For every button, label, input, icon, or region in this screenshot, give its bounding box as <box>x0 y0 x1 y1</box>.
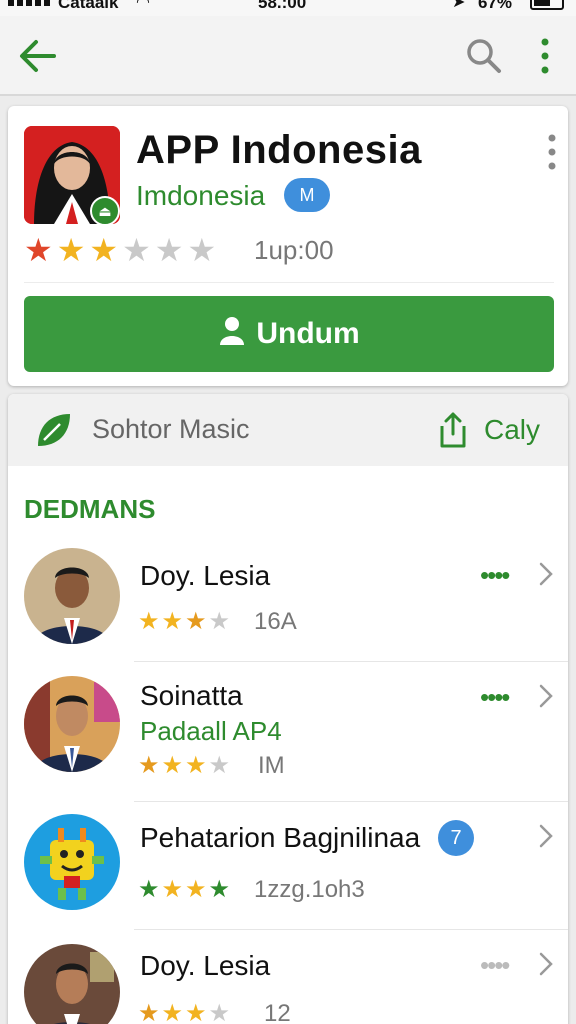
rating-count: 1up:00 <box>254 235 334 265</box>
clock: 58.:00 <box>258 0 307 12</box>
rating-count: 12 <box>264 1000 291 1024</box>
group-heading: DEDMANS <box>24 494 156 524</box>
rating-count: 16A <box>254 608 297 635</box>
more-dots-icon[interactable]: •••• <box>480 682 510 713</box>
carrier-label: Cataalk <box>58 0 119 12</box>
star-icon: ★ <box>208 1000 231 1024</box>
app-badge-icon: ⏏ <box>90 196 120 226</box>
list-item[interactable]: Soinatta Padaall AP4 ★★★★ IM •••• <box>8 662 568 802</box>
star-icon: ★ <box>138 752 160 779</box>
verified-badge: M <box>284 178 330 212</box>
chevron-right-icon[interactable] <box>536 560 556 588</box>
rating-stars: ★★★★ <box>138 606 232 638</box>
star-icon: ★ <box>185 876 207 903</box>
leaf-icon <box>34 410 74 450</box>
rating-count: IM <box>258 752 285 779</box>
more-dots-icon[interactable]: •••• <box>480 950 510 981</box>
search-icon[interactable] <box>464 36 504 76</box>
item-title: Pehatarion Bagjnilinaa <box>140 822 421 853</box>
divider <box>24 282 554 283</box>
avatar <box>24 676 120 772</box>
signal-icon <box>8 0 54 12</box>
chevron-right-icon[interactable] <box>536 950 556 978</box>
app-header-card: ⏏ APP Indonesia Imdonesia M ★ ★ ★ ★ ★ ★ 1up:0… <box>8 106 568 386</box>
item-title: Soinatta <box>140 680 243 711</box>
share-button[interactable]: Caly <box>484 414 540 446</box>
rating-count: 1zzg.1oh3 <box>254 876 365 903</box>
star-icon: ★ <box>138 608 160 635</box>
star-icon: ★ <box>208 752 231 779</box>
top-app-bar <box>0 16 576 96</box>
count-badge: 7 <box>438 820 474 856</box>
list-item[interactable]: Doy. Lesia ★★★★ 16A •••• <box>8 534 568 662</box>
chevron-right-icon[interactable] <box>536 822 556 850</box>
star-icon: ★ <box>24 232 53 268</box>
battery-percent: 67% <box>478 0 513 12</box>
rating-stars: ★★★★ <box>138 750 232 782</box>
wifi-icon: ◠ <box>136 0 150 11</box>
star-icon: ★ <box>185 752 207 779</box>
avatar <box>24 944 120 1024</box>
rating-stars: ★★★★ <box>138 874 232 906</box>
list-item[interactable]: Doy. Lesia ★★★★ 12 •••• <box>8 930 568 1024</box>
user-icon <box>218 315 246 353</box>
install-label: Undum <box>256 317 360 350</box>
chevron-right-icon[interactable] <box>536 682 556 710</box>
item-subtitle: Padaall AP4 <box>140 716 282 746</box>
avatar <box>24 814 120 910</box>
avatar <box>24 548 120 644</box>
star-icon: ★ <box>185 1000 207 1024</box>
more-vertical-icon[interactable] <box>530 36 560 76</box>
arrow-left-icon[interactable] <box>18 36 58 76</box>
item-title: Doy. Lesia <box>140 950 271 981</box>
location-icon: ➤ <box>452 0 466 11</box>
card-more-icon[interactable] <box>542 132 562 172</box>
star-icon: ★ <box>185 608 207 635</box>
battery-icon <box>530 0 564 10</box>
star-icon: ★ <box>161 876 184 903</box>
star-icon: ★ <box>56 232 86 268</box>
share-icon[interactable] <box>436 410 470 450</box>
app-rating-stars: ★ ★ ★ ★ ★ ★ <box>24 234 220 266</box>
item-title: Doy. Lesia <box>140 560 271 591</box>
app-title: APP Indonesia <box>136 128 422 172</box>
star-icon: ★ <box>161 1000 184 1024</box>
star-icon: ★ <box>187 232 217 268</box>
rating-stars: ★★★★ <box>138 998 232 1024</box>
status-bar: Cataalk ◠ 58.:00 ➤ 67% <box>0 0 576 16</box>
more-dots-icon[interactable]: •••• <box>480 560 510 591</box>
install-button[interactable]: Undum <box>24 296 554 372</box>
star-icon: ★ <box>208 608 231 635</box>
star-icon: ★ <box>154 232 184 268</box>
star-icon: ★ <box>161 608 184 635</box>
list-item[interactable]: Pehatarion Bagjnilinaa 7 ★★★★ 1zzg.1oh3 <box>8 802 568 930</box>
star-icon: ★ <box>138 876 160 903</box>
star-icon: ★ <box>122 232 151 268</box>
star-icon: ★ <box>161 752 184 779</box>
list-card: Sohtor Masic Caly DEDMANS Doy. Lesia ★★★… <box>8 394 568 1024</box>
star-icon: ★ <box>208 876 231 903</box>
section-header: Sohtor Masic Caly <box>8 394 568 466</box>
section-title: Sohtor Masic <box>92 414 250 444</box>
app-developer-link[interactable]: Imdonesia <box>136 180 265 212</box>
star-icon: ★ <box>138 1000 160 1024</box>
star-icon: ★ <box>89 232 119 268</box>
